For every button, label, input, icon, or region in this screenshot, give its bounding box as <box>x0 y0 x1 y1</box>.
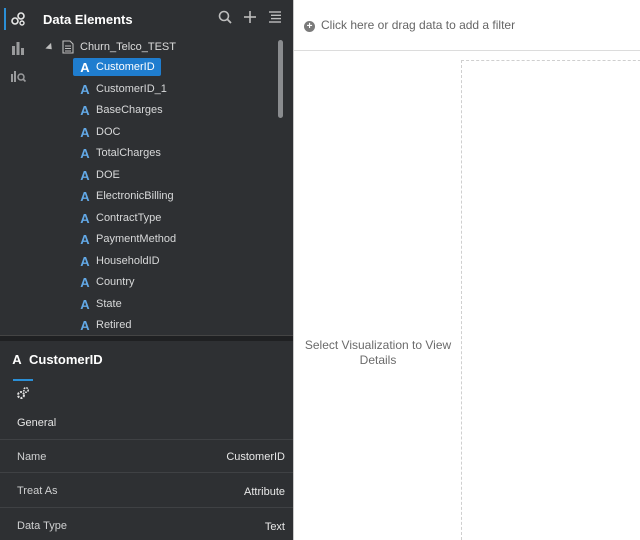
property-label: Treat As <box>17 485 58 497</box>
tree-item-label: CustomerID <box>96 61 155 73</box>
collapse-caret-icon[interactable] <box>45 42 55 52</box>
property-value[interactable]: Attribute <box>244 486 285 498</box>
tree-item-basecharges[interactable]: A BaseCharges <box>73 101 169 119</box>
filter-bar[interactable]: + Click here or drag data to add a filte… <box>294 0 640 51</box>
tree-item-contracttype[interactable]: A ContractType <box>73 209 167 227</box>
tree-item-label: DOC <box>96 126 121 138</box>
tree-item-customerid-1[interactable]: A CustomerID_1 <box>73 80 173 98</box>
attribute-icon: A <box>80 167 90 183</box>
properties-general-tab[interactable] <box>16 386 30 403</box>
attribute-icon: A <box>12 352 22 367</box>
tree-item-label: HouseholdID <box>96 255 160 267</box>
attribute-icon: A <box>80 296 90 312</box>
property-label: Data Type <box>17 520 67 532</box>
dataset-icon <box>62 40 74 54</box>
tree-item-label: ContractType <box>96 212 162 224</box>
tree-item-label: State <box>96 298 122 310</box>
attribute-icon: A <box>80 124 90 140</box>
add-icon[interactable] <box>242 9 258 25</box>
attribute-icon: A <box>80 102 90 118</box>
properties-tab-indicator <box>13 379 33 381</box>
tree-item-label: DOE <box>96 169 120 181</box>
tree-item-label: Country <box>96 276 135 288</box>
properties-placeholder: Select Visualization to View Details <box>304 338 452 367</box>
tree-item-householdid[interactable]: A HouseholdID <box>73 252 166 270</box>
data-elements-tab[interactable] <box>4 7 32 31</box>
gears-icon <box>17 386 30 399</box>
tree-item-doc[interactable]: A DOC <box>73 123 126 141</box>
attribute-icon: A <box>80 188 90 204</box>
attribute-icon: A <box>80 81 90 97</box>
property-label: Name <box>17 451 47 463</box>
data-elements-icon <box>11 12 25 26</box>
add-filter-icon[interactable]: + <box>304 21 315 32</box>
tree-item-label: PaymentMethod <box>96 233 177 245</box>
panel-border <box>293 0 294 540</box>
property-value[interactable]: CustomerID <box>226 451 285 463</box>
attribute-icon: A <box>80 253 90 269</box>
tree-item-state[interactable]: A State <box>73 295 128 313</box>
tree-item-label: Retired <box>96 319 132 331</box>
properties-title-text: CustomerID <box>29 352 103 367</box>
visualization-canvas[interactable] <box>461 60 640 540</box>
property-row-name[interactable]: Name CustomerID <box>0 439 293 473</box>
tree-item-paymentmethod[interactable]: A PaymentMethod <box>73 230 182 248</box>
panel-title: Data Elements <box>43 12 133 27</box>
data-element-tree: Churn_Telco_TEST A CustomerID A Customer… <box>0 36 293 334</box>
tree-item-totalcharges[interactable]: A TotalCharges <box>73 144 167 162</box>
dataset-node[interactable]: Churn_Telco_TEST <box>45 40 176 54</box>
property-row-data-type[interactable]: Data Type Text <box>0 507 293 540</box>
tree-item-customerid[interactable]: A CustomerID <box>73 58 161 76</box>
properties-section-heading: General <box>17 417 57 429</box>
attribute-icon: A <box>80 274 90 290</box>
property-value[interactable]: Text <box>265 521 285 533</box>
tree-item-country[interactable]: A Country <box>73 273 141 291</box>
tree-item-doe[interactable]: A DOE <box>73 166 126 184</box>
properties-title: A CustomerID <box>10 352 103 367</box>
attribute-icon: A <box>80 210 90 226</box>
attribute-icon: A <box>80 145 90 161</box>
dataset-name: Churn_Telco_TEST <box>80 41 176 53</box>
tree-item-label: CustomerID_1 <box>96 83 167 95</box>
property-row-treat-as[interactable]: Treat As Attribute <box>0 472 293 506</box>
tree-item-label: TotalCharges <box>96 147 161 159</box>
menu-icon[interactable] <box>267 9 283 25</box>
attribute-icon: A <box>80 317 90 333</box>
tree-item-label: ElectronicBilling <box>96 190 174 202</box>
attribute-icon: A <box>80 231 90 247</box>
tree-item-label: BaseCharges <box>96 104 163 116</box>
filter-hint[interactable]: Click here or drag data to add a filter <box>321 18 515 32</box>
tree-item-retired[interactable]: A Retired <box>73 316 137 334</box>
data-panel: Data Elements Churn_Telco_TEST A Custome… <box>0 0 293 540</box>
attribute-icon: A <box>80 59 90 75</box>
panel-splitter[interactable] <box>0 335 293 341</box>
tree-item-electronicbilling[interactable]: A ElectronicBilling <box>73 187 180 205</box>
panel-header-actions <box>217 9 283 25</box>
tree-scrollbar[interactable] <box>278 40 283 118</box>
search-icon[interactable] <box>217 9 233 25</box>
